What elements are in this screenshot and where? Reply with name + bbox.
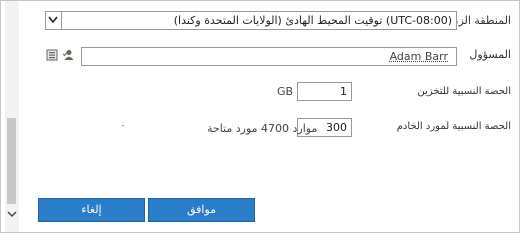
storage-quota-label: الحصة النسبية للتخزين xyxy=(417,86,511,97)
address-book-icon[interactable] xyxy=(45,47,59,66)
admin-label: المسؤول xyxy=(469,48,511,61)
timezone-selected-value: (UTC-08:00) توقيت المحيط الهادئ (الولايا… xyxy=(173,14,452,27)
resource-quota-label: الحصة النسبية لمورد الخادم xyxy=(396,121,511,132)
resource-quota-unit: موارد 4700 مورد متاحة xyxy=(207,122,318,135)
ok-button[interactable]: موافق xyxy=(148,198,255,222)
admin-people-picker[interactable]: Adam Barr xyxy=(81,47,457,66)
dialog-frame: المنطقة الزمنية (UTC-08:00) توقيت المحيط… xyxy=(0,0,520,233)
storage-quota-input[interactable]: 1 xyxy=(297,82,352,101)
decorative-dot xyxy=(122,125,124,126)
storage-quota-unit: GB xyxy=(277,85,294,98)
timezone-select[interactable]: (UTC-08:00) توقيت المحيط الهادئ (الولايا… xyxy=(45,11,457,30)
check-names-icon[interactable] xyxy=(62,47,76,66)
chevron-down-icon[interactable] xyxy=(46,12,62,29)
scrollbar-thumb[interactable] xyxy=(7,118,16,204)
cancel-button[interactable]: إلغاء xyxy=(38,198,145,222)
scroll-down-arrow-icon[interactable] xyxy=(6,209,18,221)
admin-name: Adam Barr xyxy=(389,50,448,63)
